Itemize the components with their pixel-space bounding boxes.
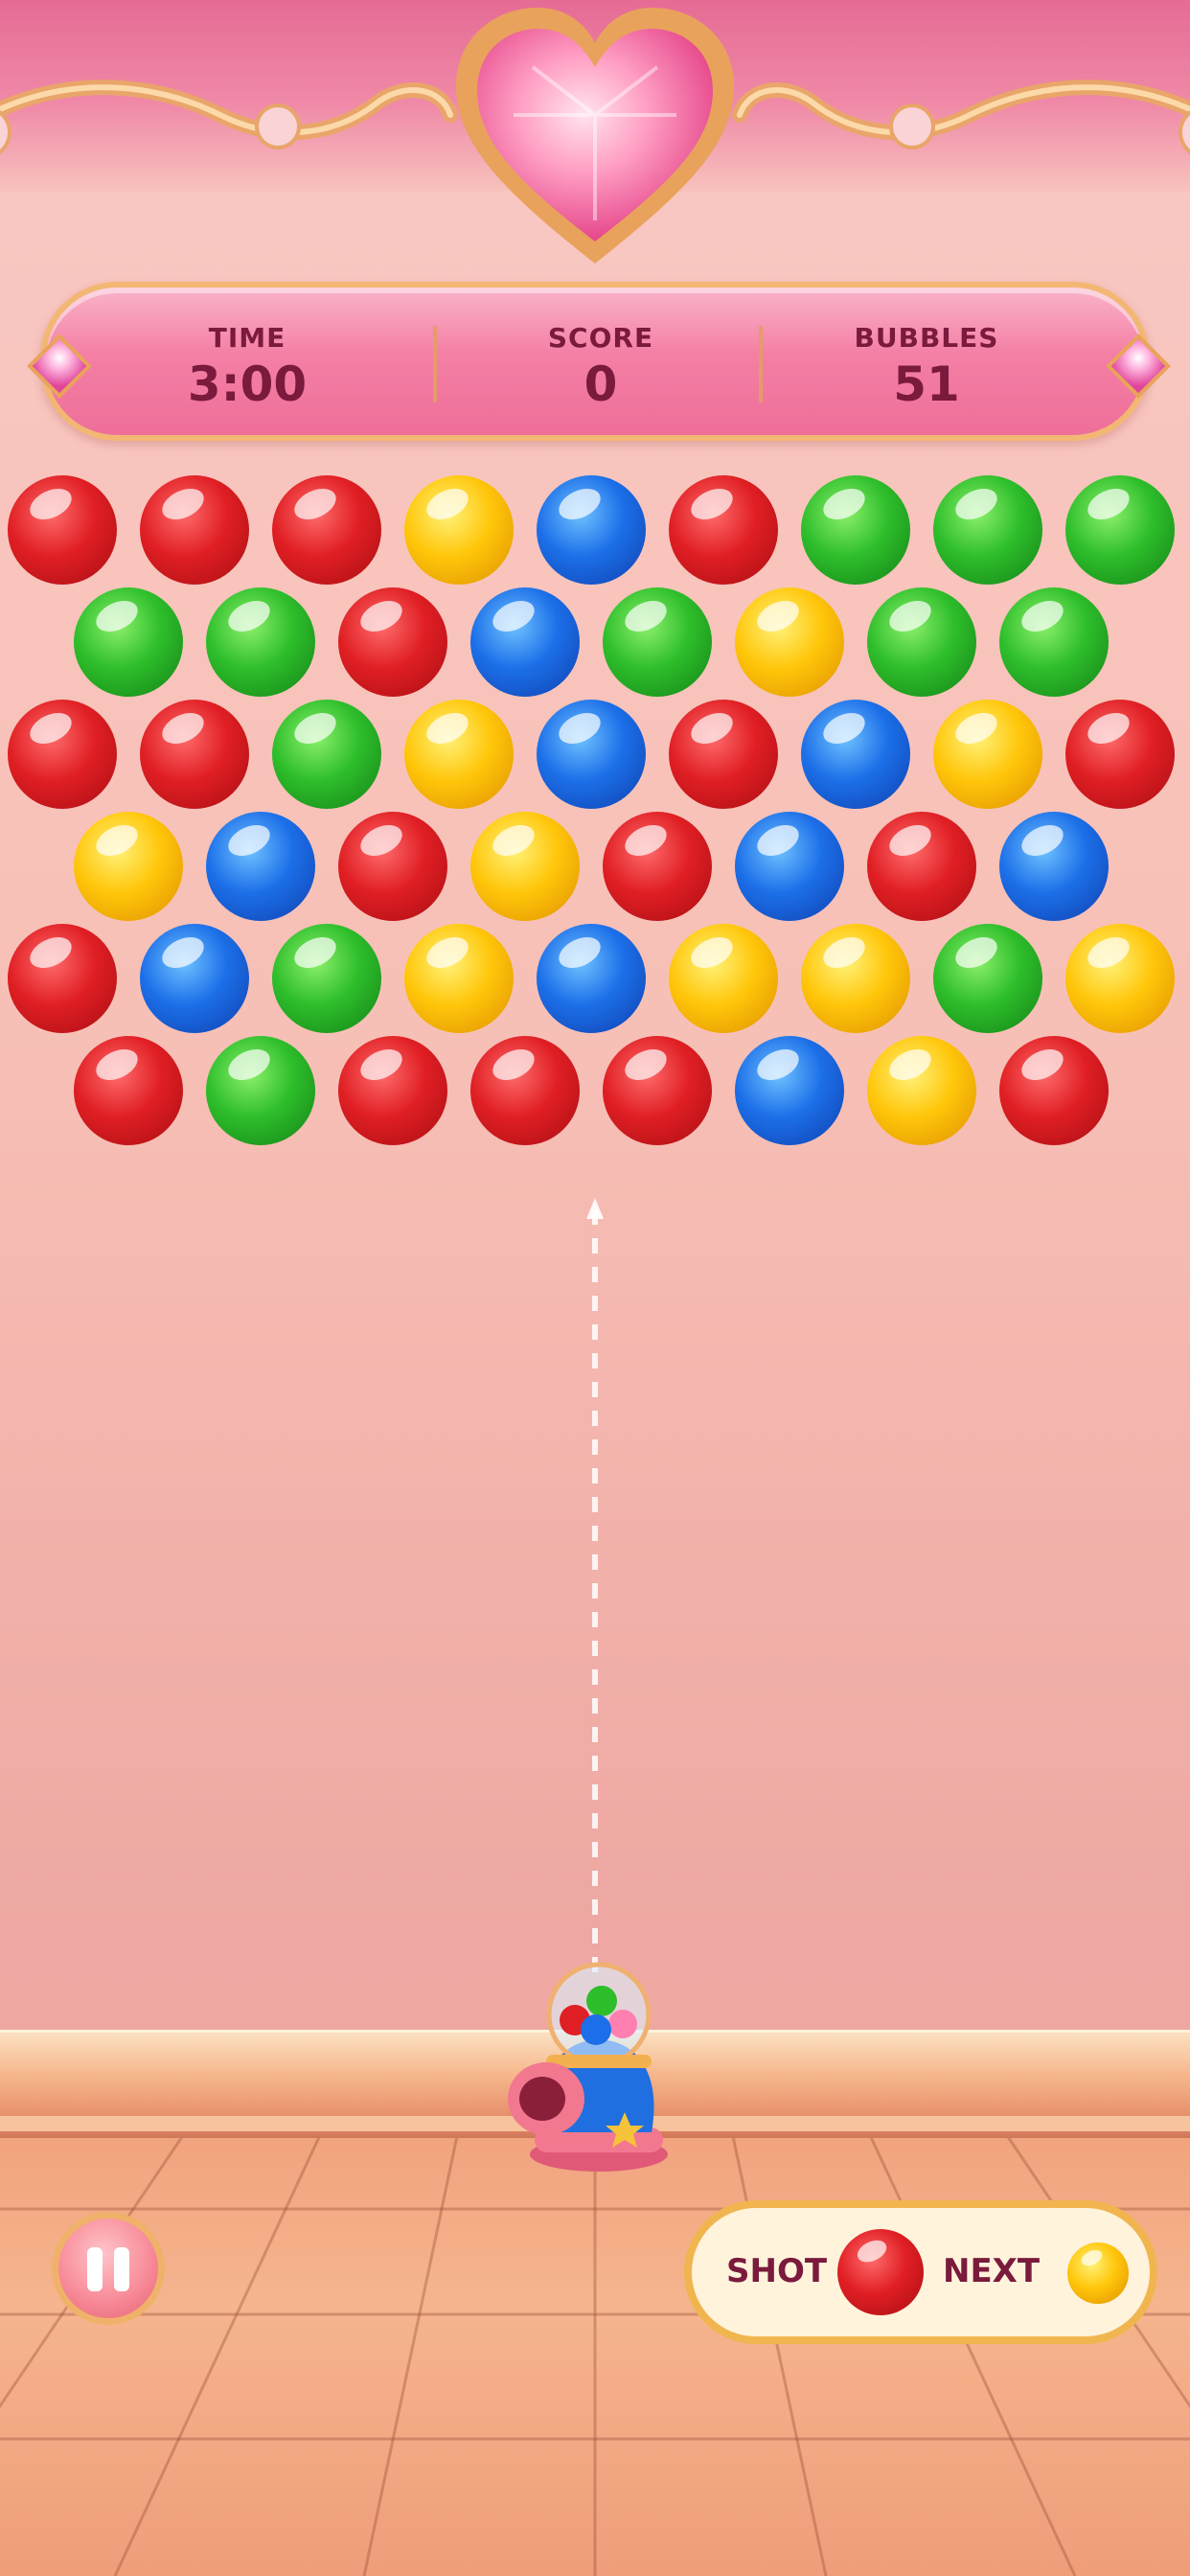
hud-divider <box>433 326 437 402</box>
bubble-blue <box>470 587 580 697</box>
bubble-red <box>669 475 778 585</box>
hud-panel: TIME 3:00 SCORE 0 BUBBLES 51 <box>40 282 1150 441</box>
bubble-blue <box>140 924 249 1033</box>
aim-guide-line <box>592 1209 598 1976</box>
bubble-green <box>801 475 910 585</box>
pause-icon <box>114 2247 129 2291</box>
bubbles-value: 51 <box>893 356 960 412</box>
bubble-yellow <box>74 812 183 921</box>
right-ornament <box>732 80 1190 159</box>
pause-icon <box>87 2247 103 2291</box>
bubble-green <box>74 587 183 697</box>
heart-gem-icon <box>456 8 734 264</box>
bubble-green <box>206 1036 315 1145</box>
left-ornament <box>0 80 458 154</box>
bubble-cannon-icon[interactable] <box>508 1955 690 2175</box>
bubble-blue <box>206 812 315 921</box>
score-value: 0 <box>584 356 618 412</box>
bubble-red <box>338 812 447 921</box>
bubble-yellow <box>1065 924 1175 1033</box>
bubble-green <box>867 587 976 697</box>
next-label: NEXT <box>943 2252 1041 2290</box>
bubble-blue <box>537 700 646 809</box>
time-value: 3:00 <box>187 356 308 412</box>
bubble-queue-panel: SHOT NEXT <box>684 2200 1157 2344</box>
bubble-red <box>272 475 381 585</box>
next-bubble[interactable] <box>1067 2242 1129 2304</box>
bubble-blue <box>537 924 646 1033</box>
bubble-yellow <box>404 924 514 1033</box>
bubble-red <box>867 812 976 921</box>
bubble-blue <box>735 1036 844 1145</box>
bubble-red <box>74 1036 183 1145</box>
bubbles-label: BUBBLES <box>854 322 999 354</box>
bubble-red <box>140 475 249 585</box>
bubble-green <box>999 587 1109 697</box>
bubble-red <box>603 812 712 921</box>
bubble-red <box>999 1036 1109 1145</box>
bubble-green <box>272 700 381 809</box>
hud-divider <box>759 326 763 402</box>
bubble-red <box>8 924 117 1033</box>
bubble-red <box>603 1036 712 1145</box>
bubbles-display: BUBBLES 51 <box>764 288 1089 435</box>
bubble-blue <box>735 812 844 921</box>
bubble-red <box>1065 700 1175 809</box>
bubble-red <box>338 587 447 697</box>
bubble-yellow <box>867 1036 976 1145</box>
bubble-green <box>933 924 1042 1033</box>
bubble-yellow <box>801 924 910 1033</box>
time-label: TIME <box>208 322 286 354</box>
bubble-yellow <box>404 475 514 585</box>
game-stage[interactable]: TIME 3:00 SCORE 0 BUBBLES 51 SHOT NEXT <box>0 0 1190 2576</box>
bubble-red <box>8 700 117 809</box>
bubble-green <box>1065 475 1175 585</box>
score-label: SCORE <box>547 322 654 354</box>
bubble-blue <box>999 812 1109 921</box>
shot-label: SHOT <box>726 2252 828 2290</box>
shot-bubble[interactable] <box>837 2229 924 2315</box>
bubble-blue <box>537 475 646 585</box>
bubble-yellow <box>470 812 580 921</box>
time-display: TIME 3:00 <box>84 288 410 435</box>
bubble-blue <box>801 700 910 809</box>
bubble-red <box>140 700 249 809</box>
floor <box>0 2123 1190 2576</box>
bubble-red <box>338 1036 447 1145</box>
bubble-red <box>8 475 117 585</box>
bubble-yellow <box>669 924 778 1033</box>
bubble-green <box>933 475 1042 585</box>
bubble-green <box>603 587 712 697</box>
bubble-red <box>669 700 778 809</box>
bubble-green <box>206 587 315 697</box>
bubble-yellow <box>404 700 514 809</box>
bubble-yellow <box>933 700 1042 809</box>
score-display: SCORE 0 <box>438 288 764 435</box>
bubble-yellow <box>735 587 844 697</box>
bubble-green <box>272 924 381 1033</box>
bubble-red <box>470 1036 580 1145</box>
pause-button[interactable] <box>52 2212 165 2325</box>
